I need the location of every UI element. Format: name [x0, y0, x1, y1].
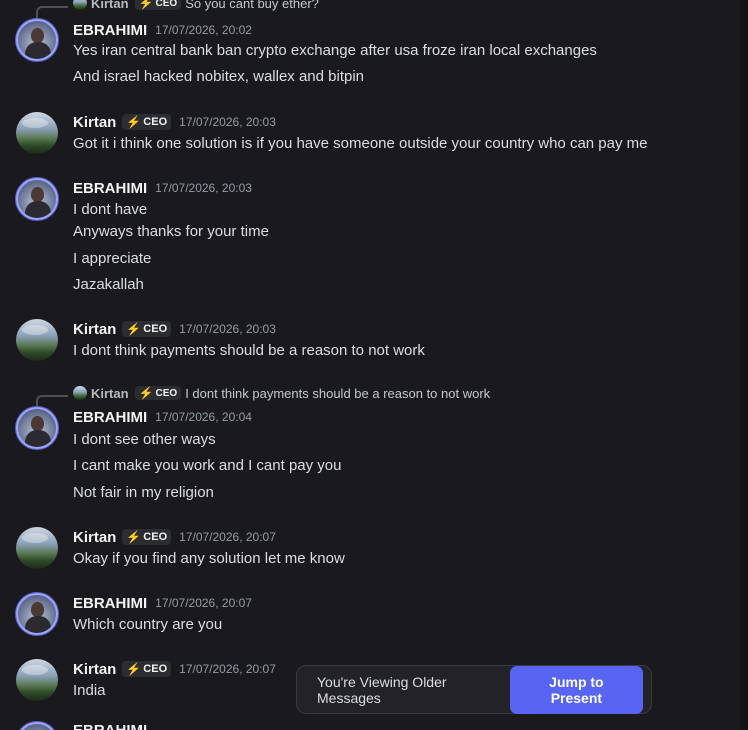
avatar[interactable] — [16, 407, 58, 449]
username[interactable]: EBRAHIMI — [73, 409, 147, 426]
message-header: Kirtan ⚡ CEO 17/07/2026, 20:07 — [73, 527, 276, 547]
message-text: I dont see other ways — [73, 431, 216, 448]
message-text: I dont have — [73, 201, 148, 218]
message-text: I dont think payments should be a reason… — [73, 342, 425, 359]
username[interactable]: EBRAHIMI — [73, 595, 147, 612]
timestamp: 17/07/2026, 20:02 — [155, 23, 252, 37]
lightning-bolt-icon: ⚡ — [126, 115, 142, 129]
avatar[interactable] — [16, 659, 58, 701]
message-header: Kirtan ⚡ CEO 17/07/2026, 20:07 — [73, 659, 276, 679]
role-badge: ⚡ CEO — [134, 386, 182, 400]
message-text: I cant make you work and I cant pay you — [73, 457, 342, 474]
timestamp: 17/07/2026, 20:03 — [179, 115, 276, 129]
timestamp: 17/07/2026, 20:03 — [179, 322, 276, 336]
username[interactable]: Kirtan — [73, 661, 116, 678]
message-text: Not fair in my religion — [73, 484, 214, 501]
username[interactable]: Kirtan — [73, 321, 116, 338]
reply-avatar — [73, 386, 87, 400]
message-text: Anyways thanks for your time — [73, 223, 269, 240]
avatar[interactable] — [16, 112, 58, 154]
scrollbar-track[interactable] — [740, 0, 748, 730]
reply-preview[interactable]: Kirtan ⚡ CEO I dont think payments should… — [73, 384, 490, 402]
chat-message-list[interactable]: Kirtan ⚡ CEO So you cant buy ether? EBRAH… — [0, 0, 740, 730]
message-header: EBRAHIMI 17/07/2026, 20:02 — [73, 20, 252, 40]
reply-author: Kirtan — [91, 385, 129, 401]
reply-avatar — [73, 0, 87, 10]
role-badge: ⚡ CEO — [122, 321, 172, 337]
lightning-bolt-icon: ⚡ — [126, 662, 142, 676]
username[interactable]: EBRAHIMI — [73, 722, 147, 730]
message-header: EBRAHIMI 17/07/2026, 20:04 — [73, 407, 252, 427]
message-text: India — [73, 682, 106, 699]
jump-to-present-button[interactable]: Jump to Present — [509, 665, 643, 714]
timestamp: 17/07/2026, 20:04 — [155, 410, 252, 424]
avatar[interactable] — [16, 527, 58, 569]
message-header: EBRAHIMI 17/07/2026, 20:03 — [73, 178, 252, 198]
timestamp: 17/07/2026, 20:07 — [179, 662, 276, 676]
lightning-bolt-icon: ⚡ — [138, 0, 154, 10]
avatar[interactable] — [16, 19, 58, 61]
avatar[interactable] — [16, 593, 58, 635]
role-badge: ⚡ CEO — [122, 114, 172, 130]
older-messages-banner: You're Viewing Older Messages Jump to Pr… — [296, 665, 652, 714]
avatar[interactable] — [16, 722, 58, 730]
timestamp: 17/07/2026, 20:07 — [155, 596, 252, 610]
message-text: Yes iran central bank ban crypto exchang… — [73, 42, 597, 59]
message-text: Jazakallah — [73, 276, 144, 293]
message-header: Kirtan ⚡ CEO 17/07/2026, 20:03 — [73, 112, 276, 132]
message-text: And israel hacked nobitex, wallex and bi… — [73, 68, 365, 85]
username[interactable]: Kirtan — [73, 529, 116, 546]
role-badge: ⚡ CEO — [122, 529, 172, 545]
avatar[interactable] — [16, 178, 58, 220]
reply-text: So you cant buy ether? — [185, 0, 319, 11]
reply-connector — [36, 395, 68, 407]
message-text: Got it i think one solution is if you ha… — [73, 135, 648, 152]
message-text: I appreciate — [73, 250, 152, 267]
message-header: EBRAHIMI 17/07/2026, 20:07 — [73, 593, 252, 613]
reply-author: Kirtan — [91, 0, 129, 11]
role-badge: ⚡ CEO — [122, 661, 172, 677]
timestamp: 17/07/2026, 20:03 — [155, 181, 252, 195]
username[interactable]: EBRAHIMI — [73, 180, 147, 197]
username[interactable]: Kirtan — [73, 114, 116, 131]
username[interactable]: EBRAHIMI — [73, 22, 147, 39]
reply-preview[interactable]: Kirtan ⚡ CEO So you cant buy ether? — [73, 0, 319, 12]
avatar[interactable] — [16, 319, 58, 361]
message-text: Which country are you — [73, 616, 223, 633]
reply-text: I dont think payments should be a reason… — [185, 385, 491, 401]
lightning-bolt-icon: ⚡ — [138, 386, 154, 400]
older-messages-text: You're Viewing Older Messages — [317, 673, 447, 706]
reply-connector — [36, 6, 68, 18]
lightning-bolt-icon: ⚡ — [126, 322, 142, 336]
message-header: Kirtan ⚡ CEO 17/07/2026, 20:03 — [73, 319, 276, 339]
message-text: Okay if you find any solution let me kno… — [73, 550, 345, 567]
timestamp: 17/07/2026, 20:07 — [179, 530, 276, 544]
role-badge: ⚡ CEO — [134, 0, 182, 10]
lightning-bolt-icon: ⚡ — [126, 530, 142, 544]
